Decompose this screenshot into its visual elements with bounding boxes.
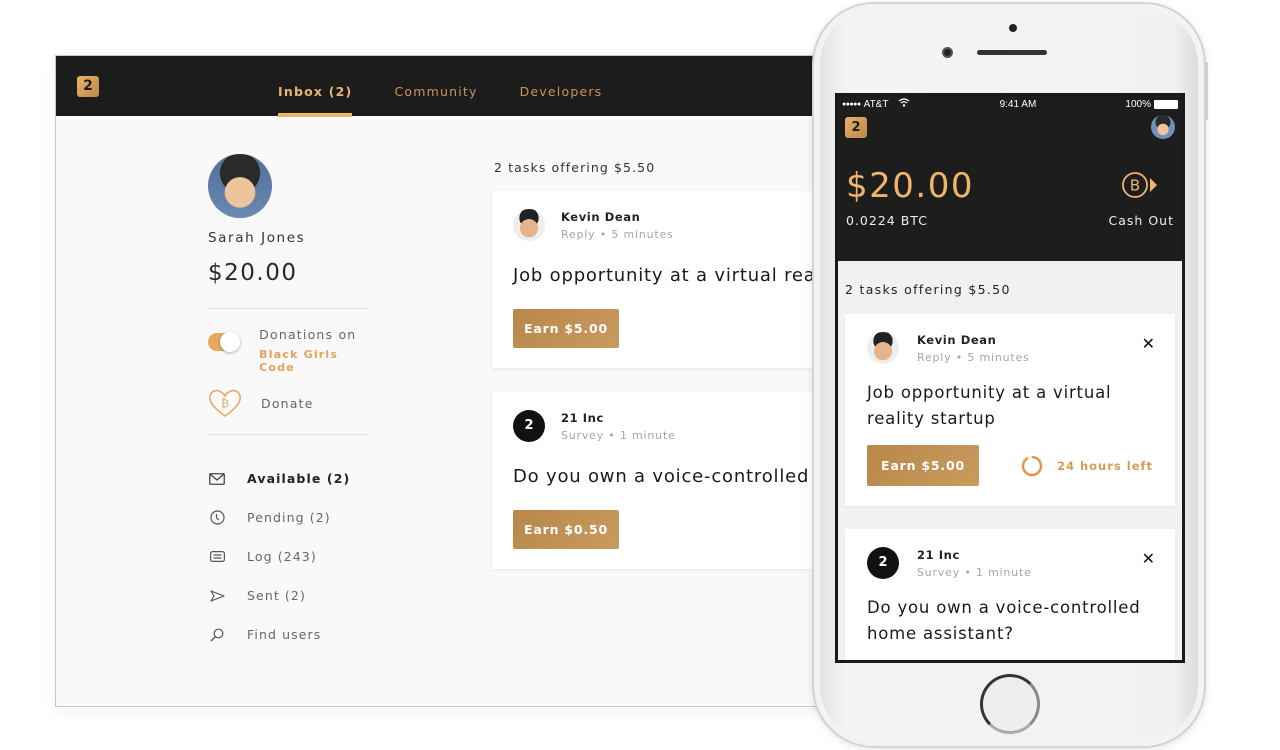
sidebar-item-available[interactable]: Available (2) xyxy=(208,459,372,498)
divider xyxy=(208,434,370,435)
cash-out-button[interactable]: Cash Out xyxy=(1109,213,1174,228)
signal-icon: ●●●●● xyxy=(842,100,861,108)
phone-device: ●●●●● AT&T 9:41 AM 100% 2 $20.00 0.0224 … xyxy=(812,2,1208,748)
task-title: Job opportunity at a virtual reality sta… xyxy=(513,265,834,286)
time-remaining: 24 hours left xyxy=(1021,455,1153,477)
btc-balance: 0.0224 BTC xyxy=(846,213,928,228)
timer-ring-icon xyxy=(1021,455,1043,476)
sender-name: 21 Inc xyxy=(917,547,960,562)
tab-community[interactable]: Community xyxy=(394,56,477,116)
task-title: Do you own a voice-controlled home assis… xyxy=(513,466,834,487)
sidebar-item-pending[interactable]: Pending (2) xyxy=(208,498,372,537)
task-card[interactable]: 2 21 Inc Survey • 1 minute Do you own a … xyxy=(492,392,834,569)
donate-label: Donate xyxy=(261,395,314,411)
wifi-icon xyxy=(898,98,910,110)
bitcoin-cashout-icon[interactable]: B xyxy=(1120,170,1160,200)
sidebar-item-label: Find users xyxy=(247,627,322,642)
sidebar-item-label: Log (243) xyxy=(247,549,317,564)
main-nav: Inbox (2) Community Developers xyxy=(278,56,644,117)
task-meta: Survey • 1 minute xyxy=(917,565,1032,579)
sender-avatar xyxy=(867,332,899,364)
donations-label: Donations on xyxy=(259,327,357,342)
task-title: Do you own a voice-controlled home assis… xyxy=(867,598,1141,643)
phone-header: ●●●●● AT&T 9:41 AM 100% 2 $20.00 0.0224 … xyxy=(838,96,1182,261)
sidebar-menu: Available (2) Pending (2) Log (243) Sent… xyxy=(208,459,372,654)
svg-text:₿: ₿ xyxy=(221,397,229,410)
app-logo-icon[interactable]: 2 xyxy=(845,117,867,138)
timer-label: 24 hours left xyxy=(1056,458,1153,473)
clock-icon xyxy=(208,510,226,526)
close-icon[interactable]: ✕ xyxy=(1142,551,1155,567)
mail-icon xyxy=(208,471,226,487)
task-feed: 2 tasks offering $5.50 Kevin Dean Reply … xyxy=(492,160,834,569)
toggle-knob xyxy=(220,332,241,352)
donations-setting: Donations on Black Girls Code xyxy=(208,327,372,374)
donate-button[interactable]: ₿ Donate xyxy=(208,388,372,418)
sidebar-item-sent[interactable]: Sent (2) xyxy=(208,576,372,615)
heart-bitcoin-icon: ₿ xyxy=(209,389,241,417)
status-bar: ●●●●● AT&T 9:41 AM 100% xyxy=(838,96,1182,112)
sender-avatar xyxy=(513,209,545,241)
sender-name: 21 Inc xyxy=(561,410,604,425)
app-logo-icon[interactable]: 2 xyxy=(77,76,99,97)
carrier-label: AT&T xyxy=(863,98,889,110)
home-button[interactable] xyxy=(980,674,1040,734)
phone-camera xyxy=(942,47,953,58)
task-card[interactable]: ✕ Kevin Dean Reply • 5 minutes Job oppor… xyxy=(845,314,1175,506)
profile-sidebar: Sarah Jones $20.00 Donations on Black Gi… xyxy=(208,154,372,654)
task-card[interactable]: ✕ 2 21 Inc Survey • 1 minute Do you own … xyxy=(845,529,1175,660)
desktop-window: 2 Inbox (2) Community Developers Sarah J… xyxy=(55,55,835,707)
sidebar-item-label: Available (2) xyxy=(247,471,351,486)
21-inc-logo-icon: 2 xyxy=(513,410,545,442)
phone-task-feed: 2 tasks offering $5.50 ✕ Kevin Dean Repl… xyxy=(838,261,1182,660)
divider xyxy=(208,308,370,309)
donations-org-link[interactable]: Black Girls Code xyxy=(259,348,372,374)
donations-toggle[interactable] xyxy=(208,332,241,352)
task-meta: Survey • 1 minute xyxy=(561,428,676,442)
feed-summary: 2 tasks offering $5.50 xyxy=(494,160,656,175)
phone-speaker xyxy=(977,50,1047,55)
earn-button[interactable]: Earn $0.50 xyxy=(513,510,619,549)
user-avatar[interactable] xyxy=(1151,115,1175,139)
earn-button[interactable]: Earn $5.00 xyxy=(867,445,979,486)
battery-percent: 100% xyxy=(1125,98,1151,110)
wallet-balance: $20.00 xyxy=(846,166,974,206)
log-icon xyxy=(208,549,226,565)
top-nav-bar: 2 Inbox (2) Community Developers xyxy=(56,56,834,117)
user-balance: $20.00 xyxy=(208,260,298,286)
feed-summary: 2 tasks offering $5.50 xyxy=(845,282,1011,297)
sidebar-item-label: Sent (2) xyxy=(247,588,306,603)
sidebar-item-log[interactable]: Log (243) xyxy=(208,537,372,576)
task-meta: Reply • 5 minutes xyxy=(561,227,674,241)
user-name: Sarah Jones xyxy=(208,230,306,246)
close-icon[interactable]: ✕ xyxy=(1142,336,1155,352)
earn-button[interactable]: Earn $5.00 xyxy=(513,309,619,348)
clock-label: 9:41 AM xyxy=(999,98,1037,110)
sidebar-item-find-users[interactable]: Find users xyxy=(208,615,372,654)
send-icon xyxy=(208,588,226,604)
task-card[interactable]: Kevin Dean Reply • 5 minutes Job opportu… xyxy=(492,191,834,368)
task-meta: Reply • 5 minutes xyxy=(917,350,1030,364)
tab-inbox[interactable]: Inbox (2) xyxy=(278,56,353,117)
task-title: Job opportunity at a virtual reality sta… xyxy=(867,383,1112,428)
sidebar-item-label: Pending (2) xyxy=(247,510,331,525)
tab-developers[interactable]: Developers xyxy=(520,56,603,116)
sender-name: Kevin Dean xyxy=(917,332,997,347)
phone-power-button xyxy=(1205,62,1208,120)
battery-icon xyxy=(1154,99,1178,109)
search-icon xyxy=(208,627,226,643)
svg-text:B: B xyxy=(1130,177,1140,195)
21-inc-logo-icon: 2 xyxy=(867,547,899,579)
user-avatar[interactable] xyxy=(208,154,272,218)
phone-sensor xyxy=(1009,24,1017,32)
sender-name: Kevin Dean xyxy=(561,209,641,224)
phone-screen: ●●●●● AT&T 9:41 AM 100% 2 $20.00 0.0224 … xyxy=(835,93,1185,663)
